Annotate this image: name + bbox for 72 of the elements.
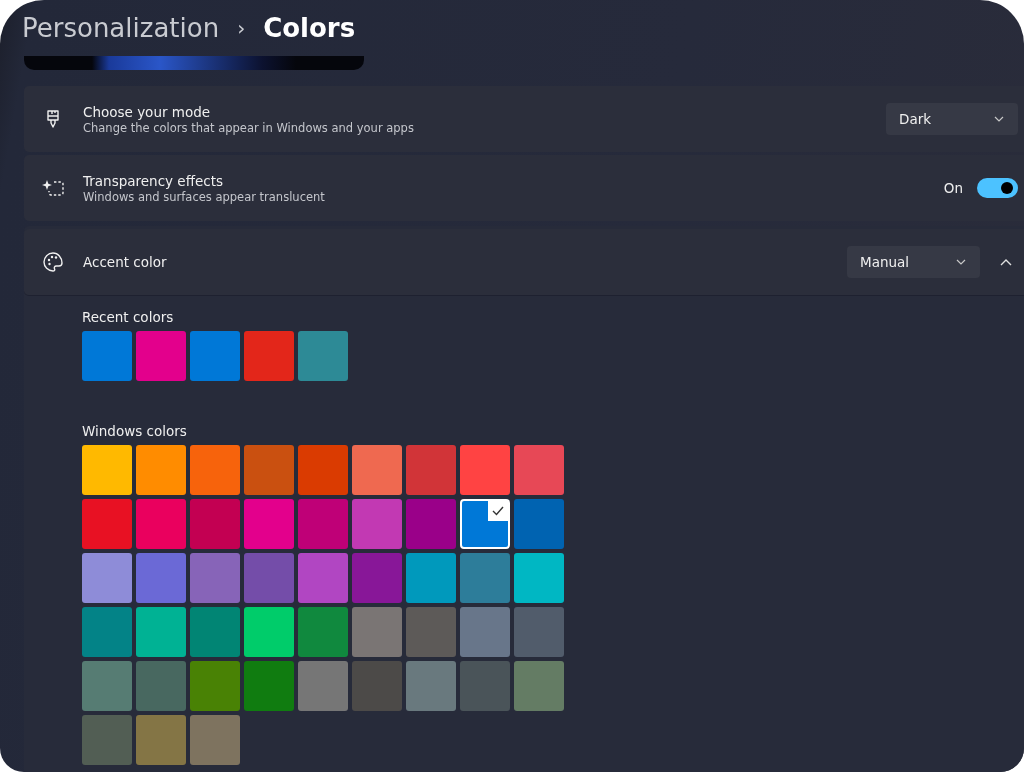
chevron-down-icon xyxy=(994,116,1004,122)
section-label: Windows colors xyxy=(82,423,188,439)
color-swatch[interactable] xyxy=(244,553,294,603)
color-swatch[interactable] xyxy=(136,607,186,657)
toggle-state-label: On xyxy=(943,180,963,196)
palette-icon xyxy=(41,250,65,274)
breadcrumb-parent[interactable]: Personalization xyxy=(22,13,220,43)
color-swatch[interactable] xyxy=(244,331,294,381)
color-swatch[interactable] xyxy=(298,331,348,381)
setting-title: Accent color xyxy=(83,254,168,270)
color-swatch[interactable] xyxy=(460,499,510,549)
color-swatch[interactable] xyxy=(514,499,564,549)
color-swatch[interactable] xyxy=(190,607,240,657)
color-swatch[interactable] xyxy=(136,445,186,495)
color-swatch[interactable] xyxy=(460,445,510,495)
setting-description: Windows and surfaces appear translucent xyxy=(83,189,326,204)
setting-title: Transparency effects xyxy=(83,172,224,189)
color-swatch[interactable] xyxy=(406,553,456,603)
toggle-switch[interactable] xyxy=(977,178,1018,198)
color-swatch[interactable] xyxy=(82,445,132,495)
color-swatch[interactable] xyxy=(190,445,240,495)
section-label: Recent colors xyxy=(82,309,175,325)
color-swatch[interactable] xyxy=(244,499,294,549)
color-swatch[interactable] xyxy=(82,661,132,711)
color-swatch[interactable] xyxy=(514,661,564,711)
color-swatch[interactable] xyxy=(406,661,456,711)
color-swatch[interactable] xyxy=(298,661,348,711)
chevron-down-icon xyxy=(956,259,966,265)
color-swatch[interactable] xyxy=(460,553,510,603)
color-swatch[interactable] xyxy=(244,445,294,495)
color-swatch[interactable] xyxy=(190,661,240,711)
color-swatch[interactable] xyxy=(190,331,240,381)
color-swatch[interactable] xyxy=(82,331,132,381)
color-swatch[interactable] xyxy=(460,661,510,711)
page-title: Colors xyxy=(263,13,356,43)
color-swatch[interactable] xyxy=(298,607,348,657)
color-swatch[interactable] xyxy=(136,553,186,603)
color-swatch[interactable] xyxy=(514,445,564,495)
color-swatch[interactable] xyxy=(406,499,456,549)
breadcrumb-separator: › xyxy=(237,16,246,40)
color-swatch[interactable] xyxy=(136,331,186,381)
color-swatch[interactable] xyxy=(244,607,294,657)
color-swatch[interactable] xyxy=(244,661,294,711)
checkmark-icon xyxy=(492,506,504,516)
color-swatch[interactable] xyxy=(298,553,348,603)
color-swatch[interactable] xyxy=(190,553,240,603)
color-swatch[interactable] xyxy=(514,553,564,603)
color-swatch[interactable] xyxy=(82,607,132,657)
color-swatch[interactable] xyxy=(298,445,348,495)
color-swatch[interactable] xyxy=(136,661,186,711)
color-swatch[interactable] xyxy=(460,607,510,657)
accent-dropdown[interactable]: Manual xyxy=(847,246,980,278)
color-swatch[interactable] xyxy=(514,607,564,657)
color-swatch[interactable] xyxy=(82,553,132,603)
color-swatch[interactable] xyxy=(352,553,402,603)
setting-title: Choose your mode xyxy=(83,103,212,120)
color-swatch[interactable] xyxy=(352,499,402,549)
color-swatch[interactable] xyxy=(82,499,132,549)
chevron-up-icon xyxy=(1000,258,1012,266)
mode-dropdown[interactable]: Dark xyxy=(886,103,1018,135)
color-swatch[interactable] xyxy=(352,661,402,711)
color-swatch[interactable] xyxy=(406,445,456,495)
color-swatch[interactable] xyxy=(298,499,348,549)
color-swatch[interactable] xyxy=(136,499,186,549)
color-swatch[interactable] xyxy=(136,715,186,765)
color-swatch[interactable] xyxy=(190,715,240,765)
color-swatch[interactable] xyxy=(406,607,456,657)
color-swatch[interactable] xyxy=(190,499,240,549)
setting-description: Change the colors that appear in Windows and your apps xyxy=(83,120,415,135)
color-swatch[interactable] xyxy=(352,607,402,657)
color-swatch[interactable] xyxy=(82,715,132,765)
color-swatch[interactable] xyxy=(352,445,402,495)
